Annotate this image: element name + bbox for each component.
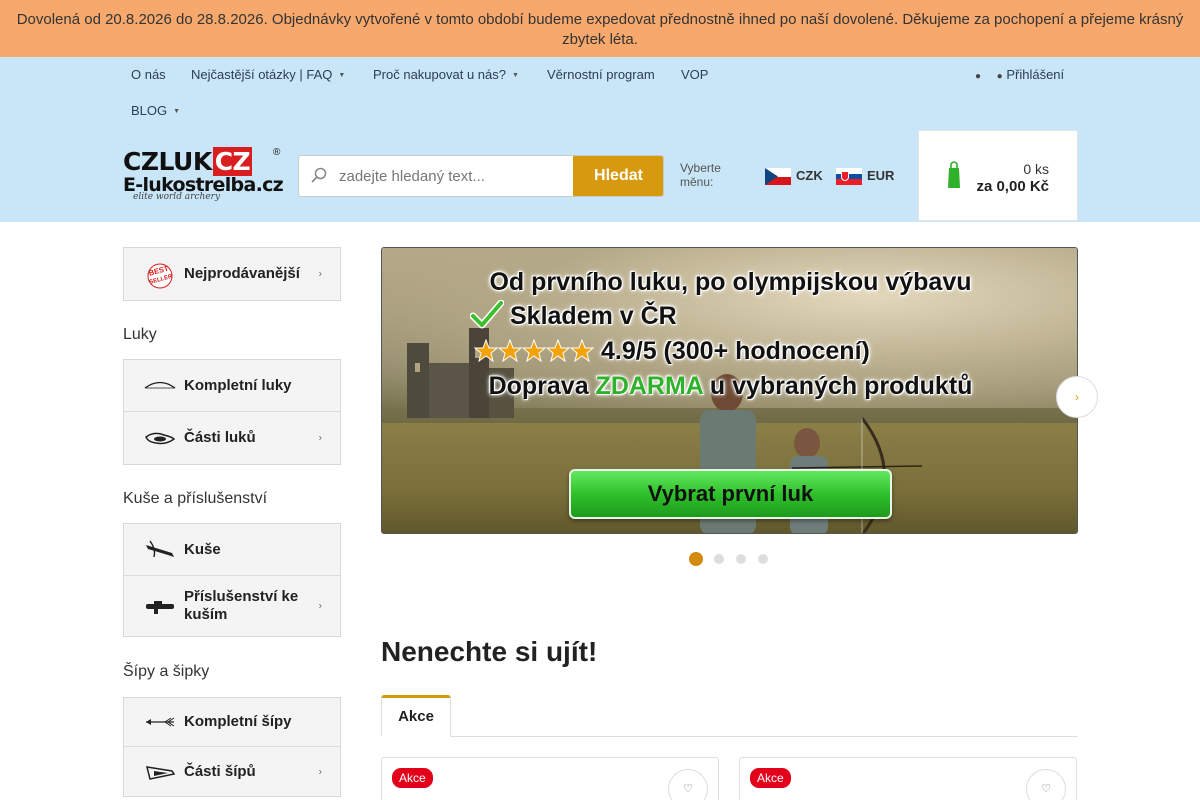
banner-shipping-a: Doprava [488,372,596,400]
crossbows-group: Kuše Příslušenství ke kuším › [123,523,341,637]
section-title-crossbows: Kuše a příslušenství [123,490,268,507]
banner-headline: Od prvního luku, po olympijskou výbavu [489,268,972,296]
nav-about[interactable]: O nás [131,67,166,82]
sidebar-item-label: Kompletní luky [184,376,292,394]
search-button[interactable]: Hledat [573,156,663,196]
arrows-group: Kompletní šípy Části šípů › [123,697,341,797]
search-bar: Hledat [298,155,664,197]
search-input[interactable] [339,156,571,196]
section-title-arrows: Šípy a šipky [123,663,210,680]
sidebar-item-complete-bows[interactable]: Kompletní luky [124,360,340,412]
vacation-notice: Dovolená od 20.8.2026 do 28.8.2026. Obje… [0,0,1200,57]
sidebar-item-label: Části luků [184,429,256,446]
user-icon: ● [996,71,1003,82]
nav-loyalty-label: Věrnostní program [547,67,655,82]
promo-title: Nenechte si ujít! [381,636,598,667]
choose-first-bow-button[interactable]: Vybrat první luk [569,469,892,519]
nav-why-us[interactable]: Proč nakupovat u nás? ▼ [373,67,519,82]
nav-loyalty[interactable]: Věrnostní program [547,67,655,82]
site-logo[interactable]: CZLUK CZ ® E-lukostrelba.cz elite world a… [123,147,285,205]
sale-badge: Akce [750,768,791,788]
czech-flag-icon [765,168,791,186]
chevron-down-icon: ▼ [338,72,346,80]
currency-label: Vyberte měnu: [680,161,721,189]
nav-faq-label: Nejčastější otázky | FAQ [191,67,333,82]
sidebar-item-crossbow-accessories[interactable]: Příslušenství ke kuším › [124,576,340,636]
chevron-down-icon: ▼ [511,72,519,80]
logo-wordmark-cz: CZ [212,147,253,176]
search-icon [311,167,327,183]
bow-icon [144,381,176,389]
nav-terms-label: VOP [681,67,709,82]
slider-next-button[interactable]: › [1056,376,1098,418]
tab-sale[interactable]: Akce [381,695,451,737]
sidebar-item-label: Části šípů [184,762,256,780]
cart-total: za 0,00 Kč [976,178,1049,195]
nav-blog[interactable]: BLOG ▼ [131,103,180,118]
nav-terms[interactable]: VOP [681,67,708,82]
slider-dot-1[interactable] [689,552,703,566]
currency-eur[interactable]: EUR [836,168,895,186]
hero-banner[interactable]: Od prvního luku, po olympijskou výbavu S… [381,247,1078,534]
bestsellers-group: BEST SELLER Nejprodávanější › [123,247,341,301]
sidebar-item-bow-parts[interactable]: Části luků › [124,412,340,464]
chevron-right-icon: › [318,766,322,777]
login-link[interactable]: ● ● Přihlášení [975,67,1064,82]
sidebar-item-label: Kuše [184,540,221,558]
banner-in-stock: Skladem v ČR [510,302,677,330]
slovak-flag-icon [836,168,862,186]
chevron-right-icon: › [1075,390,1079,404]
section-title-bows: Luky [123,326,157,343]
crossbow-icon [146,540,174,557]
wishlist-heart-icon[interactable]: ♡ [668,769,708,800]
logo-wordmark-a: CZLUK [123,147,212,176]
sale-badge: Akce [392,768,433,788]
sidebar-item-label: Kompletní šípy [184,713,292,730]
nav-blog-label: BLOG [131,103,168,118]
bow-parts-icon [145,432,176,445]
banner-shipping-free: ZDARMA [595,372,703,400]
product-card[interactable]: Akce ♡ [739,757,1077,800]
currency-czk-label: CZK [796,168,823,183]
logo-tagline: elite world archery [133,192,221,202]
cart-count: 0 ks [1023,161,1049,177]
login-label: Přihlášení [1006,67,1065,82]
logo-registered-mark: ® [273,147,281,158]
sidebar-item-arrow-parts[interactable]: Části šípů › [124,747,340,796]
sidebar-item-crossbows[interactable]: Kuše [124,524,340,576]
scope-icon [146,601,174,614]
nav-faq[interactable]: Nejčastější otázky | FAQ ▼ [191,67,345,82]
chevron-down-icon: ▼ [173,108,181,116]
promo-tabs: Akce [381,695,1078,737]
sidebar-item-bestsellers[interactable]: BEST SELLER Nejprodávanější › [124,248,340,300]
slider-dot-2[interactable] [714,554,724,564]
arrow-parts-icon [145,765,176,780]
search-toggle-icon[interactable]: ● [975,71,981,82]
chevron-right-icon: › [318,600,322,612]
nav-about-label: O nás [131,67,166,82]
banner-shipping: Doprava ZDARMA u vybraných produktů [382,372,1077,401]
currency-czk[interactable]: CZK [765,168,823,186]
site-header: O nás Nejčastější otázky | FAQ ▼ Proč nak… [0,57,1200,222]
vacation-notice-text: Dovolená od 20.8.2026 do 28.8.2026. Obje… [16,11,1184,48]
wishlist-heart-icon[interactable]: ♡ [1026,769,1066,800]
slider-dot-3[interactable] [736,554,746,564]
currency-eur-label: EUR [867,168,895,183]
chevron-right-icon: › [318,268,322,280]
banner-shipping-c: u vybraných produktů [702,372,973,400]
sidebar-item-label: Nejprodávanější [184,265,300,282]
bows-group: Kompletní luky Části luků › [123,359,341,465]
sidebar-item-complete-arrows[interactable]: Kompletní šípy [124,698,340,747]
nav-why-us-label: Proč nakupovat u nás? [373,67,506,82]
product-card[interactable]: Akce ♡ [381,757,719,800]
sidebar-item-label: Příslušenství ke kuším [184,588,299,623]
banner-rating: 4.9/5 (300+ hodnocení) [601,337,870,365]
cart-widget[interactable]: 0 ks za 0,00 Kč [918,130,1078,221]
chevron-right-icon: › [318,432,322,444]
slider-dot-4[interactable] [758,554,768,564]
logo-wordmark: CZLUK CZ [123,147,253,176]
shopping-bag-icon [948,161,960,188]
arrow-icon [146,717,175,727]
bestseller-badge-icon: BEST SELLER [147,263,174,289]
